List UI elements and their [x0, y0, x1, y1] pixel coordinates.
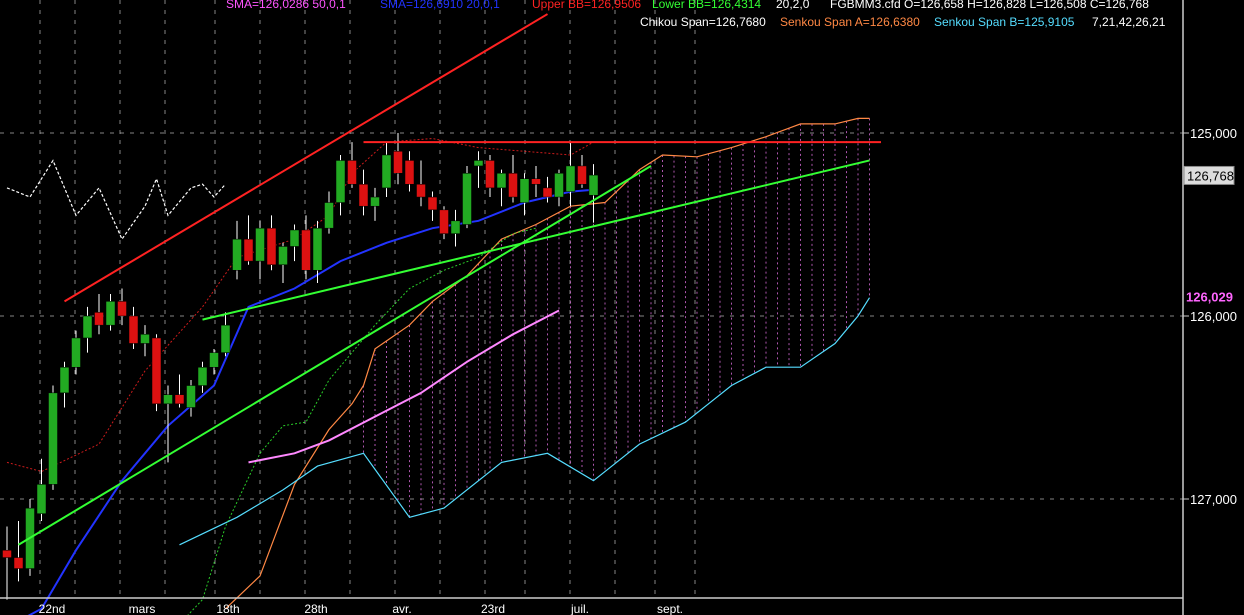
time-axis-label: sept.: [657, 602, 683, 615]
legend-entry: Lower BB=126,4314: [652, 0, 761, 11]
price-tick-label: 126,000: [1190, 309, 1237, 324]
time-axis-label: 23rd: [481, 602, 505, 615]
candle-body: [117, 301, 127, 317]
trendline-green: [17, 165, 652, 546]
candle-body: [13, 557, 24, 569]
candle-body: [312, 227, 323, 271]
time-axis-label: 28th: [304, 602, 327, 615]
candle-body: [358, 183, 369, 207]
chart-window: 127,000 126,000 125,000 126,768 126,029 22nd m…: [0, 0, 1244, 615]
candle-body: [151, 337, 162, 405]
last-price-label: 126,768: [1187, 168, 1234, 183]
legend-entry: Upper BB=126,9506: [532, 0, 641, 11]
candle-body: [289, 229, 300, 247]
candle-body: [496, 173, 507, 189]
candle-body: [232, 238, 242, 271]
candle-body: [163, 394, 173, 405]
candle-body: [220, 324, 231, 353]
candle-body: [48, 392, 58, 485]
candle-body: [462, 173, 472, 225]
candle-body: [278, 246, 288, 266]
price-tick-label: 125,000: [1190, 126, 1237, 141]
legend-entry: SMA=126,0286 50,0,1: [226, 0, 346, 11]
candle-body: [243, 238, 254, 262]
trendlines[interactable]: [17, 13, 882, 546]
candle-body: [381, 154, 392, 189]
legend-entry: Senkou Span B=125,9105: [934, 15, 1075, 29]
candle-body: [255, 227, 265, 262]
candle-body: [71, 337, 81, 368]
candle-body: [577, 165, 587, 185]
candle-body: [485, 160, 495, 189]
candle-body: [174, 394, 185, 405]
upper-bb-line: [6, 137, 594, 473]
time-axis-label: 18th: [216, 602, 239, 615]
time-axis-label: avr.: [392, 602, 411, 615]
candle-body: [140, 334, 150, 344]
candle-body: [266, 227, 277, 266]
candle-body: [450, 220, 461, 234]
candle-body: [473, 160, 484, 167]
candle-body: [301, 229, 311, 271]
candle-body: [554, 173, 564, 198]
candle-body: [531, 178, 541, 185]
grid-layer: [0, 0, 1183, 598]
candle-body: [324, 202, 334, 229]
price-tick-label: 127,000: [1190, 492, 1237, 507]
candle-body: [347, 160, 357, 185]
legend-entry: SMA=126,6910 20,0,1: [380, 0, 500, 11]
candle-body: [105, 301, 116, 326]
time-axis-label: juil.: [570, 602, 589, 615]
legend-entry: 7,21,42,26,21: [1092, 15, 1166, 29]
time-axis-label: 22nd: [39, 602, 66, 615]
candle-body: [565, 165, 576, 192]
indicator-legend: SMA=126,0286 50,0,1 SMA=126,6910 20,0,1 Up…: [226, 0, 1166, 29]
sma50-axis-label: 126,029: [1186, 290, 1233, 305]
legend-entry: 20,2,0: [776, 0, 810, 11]
sma50-line: [248, 309, 560, 464]
legend-entry: FGBMM3.cfd O=126,658 H=126,828 L=126,508…: [830, 0, 1149, 11]
candle-body: [128, 315, 139, 344]
candle-body: [36, 484, 47, 514]
axes-layer: 127,000 126,000 125,000 126,768 126,029 22nd m…: [0, 0, 1237, 615]
candle-body: [197, 366, 208, 386]
candle-body: [209, 352, 219, 368]
candle-body: [404, 160, 415, 185]
time-axis-label: mars: [129, 602, 156, 615]
price-chart[interactable]: 127,000 126,000 125,000 126,768 126,029 22nd m…: [0, 0, 1244, 615]
legend-entry: Chikou Span=126,7680: [640, 15, 766, 29]
candle-body: [94, 312, 104, 326]
candle-body: [519, 178, 530, 203]
candle-body: [588, 174, 599, 196]
candle-body: [427, 196, 438, 211]
candle-body: [393, 151, 403, 174]
candle-body: [542, 187, 553, 198]
candle-body: [186, 385, 196, 408]
candle-body: [82, 315, 93, 339]
candle-body: [370, 196, 380, 207]
candle-body: [508, 173, 518, 198]
candlesticks: [2, 133, 599, 600]
candle-body: [416, 183, 426, 198]
candle-body: [439, 209, 449, 234]
candle-body: [335, 160, 346, 203]
candle-body: [2, 549, 12, 558]
candle-body: [59, 366, 70, 394]
legend-entry: Senkou Span A=126,6380: [780, 15, 920, 29]
